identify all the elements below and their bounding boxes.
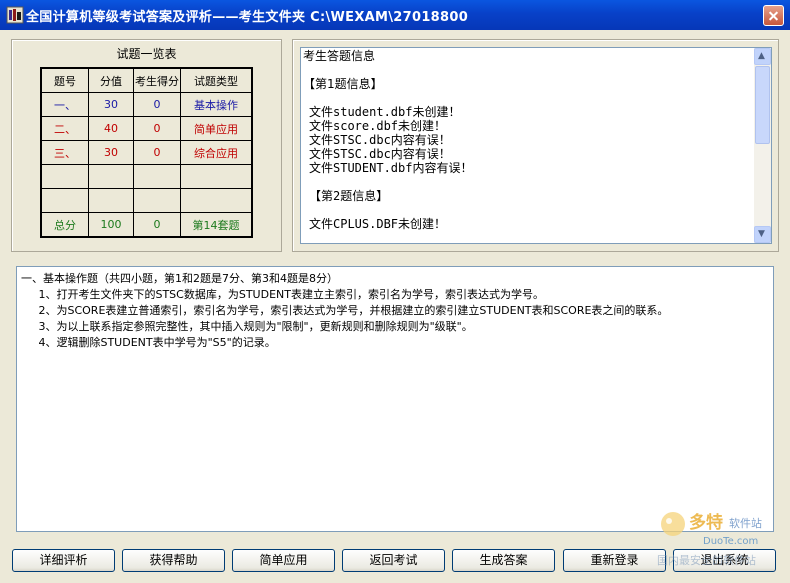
vertical-scrollbar[interactable]: ▲ ▼ [754,48,771,243]
row-type[interactable]: 基本操作 [180,92,253,117]
row-no: 一、 [40,92,89,117]
scroll-up-icon[interactable]: ▲ [754,48,771,65]
row-score: 30 [88,140,134,165]
header-type: 试题类型 [180,67,253,93]
svg-text:DuoTe.com: DuoTe.com [703,536,758,547]
row-no: 三、 [40,140,89,165]
question-line: 2、为SCORE表建立普通索引，索引名为学号，索引表达式为学号，并根据建立的索引… [21,304,669,317]
answer-info-line: 文件STSC.dbc内容有误！ [309,133,451,147]
row-score: 40 [88,116,134,141]
simple-app-button[interactable]: 简单应用 [232,549,335,572]
header-score: 分值 [88,67,134,93]
question-textbox[interactable]: 一、基本操作题（共四小题，第1和2题是7分、第3和4题是8分） 1、打开考生文件… [16,266,774,532]
svg-text:多特: 多特 [689,512,723,533]
table-header-row: 题号 分值 考生得分 试题类型 [40,67,253,93]
total-label: 总分 [40,212,89,238]
answer-info-line: 【第1题信息】 [303,77,383,91]
question-line: 1、打开考生文件夹下的STSC数据库，为STUDENT表建立主索引，索引名为学号… [21,288,544,301]
scroll-down-icon[interactable]: ▼ [754,226,771,243]
summary-table: 题号 分值 考生得分 试题类型 一、 30 0 基本操作 二、 40 0 简单应… [40,67,253,238]
app-logo-icon [6,6,24,24]
detail-analysis-button[interactable]: 详细评析 [12,549,115,572]
row-got: 0 [133,116,181,141]
answer-info-line: 考生答题信息 [303,49,376,63]
row-type[interactable]: 简单应用 [180,116,253,141]
row-no: 二、 [40,116,89,141]
total-score: 100 [88,212,134,238]
row-got: 0 [133,92,181,117]
table-row[interactable]: 一、 30 0 基本操作 [40,92,253,117]
answer-info-line [303,63,753,77]
question-line: 4、逻辑删除STUDENT表中学号为"S5"的记录。 [21,336,276,349]
table-row[interactable]: 三、 30 0 综合应用 [40,140,253,165]
table-total-row: 总分 100 0 第14套题 [40,212,253,238]
answer-info-panel: 考生答题信息 【第1题信息】 文件student.dbf未创建！ 文件score.… [292,39,779,252]
return-exam-button[interactable]: 返回考试 [342,549,445,572]
question-line: 一、基本操作题（共四小题，第1和2题是7分、第3和4题是8分） [21,272,338,285]
summary-caption: 试题一览表 [116,47,177,61]
answer-info-text: 考生答题信息 【第1题信息】 文件student.dbf未创建！ 文件score.… [303,49,753,231]
answer-info-line [303,91,753,105]
window-title: 全国计算机等级考试答案及评析——考生文件夹 C:\WEXAM\27018800 [26,10,469,25]
total-set: 第14套题 [180,212,253,238]
answer-info-textbox[interactable]: 考生答题信息 【第1题信息】 文件student.dbf未创建！ 文件score.… [300,47,772,244]
answer-info-line: 文件STUDENT.dbf内容有误！ [309,161,473,175]
summary-panel: 试题一览表 题号 分值 考生得分 试题类型 一、 30 0 基本操作 二、 40… [11,39,282,252]
header-got: 考生得分 [133,67,181,93]
table-row-empty [40,164,253,189]
question-line: 3、为以上联系指定参照完整性，其中插入规则为"限制"，更新规则和删除规则为"级联… [21,320,473,333]
svg-text:国内最安全的软件站: 国内最安全的软件站 [657,553,756,567]
row-got: 0 [133,140,181,165]
table-row-empty [40,188,253,213]
header-no: 题号 [40,67,89,93]
answer-info-line: 【第2题信息】 [309,189,389,203]
get-help-button[interactable]: 获得帮助 [122,549,225,572]
row-type[interactable]: 综合应用 [180,140,253,165]
row-score: 30 [88,92,134,117]
total-got: 0 [133,212,181,238]
answer-info-line [303,203,753,217]
answer-info-line [303,175,753,189]
duote-watermark-logo: 多特 软件站 DuoTe.com 国内最安全的软件站 [657,512,762,567]
relogin-button[interactable]: 重新登录 [563,549,666,572]
answer-info-line: 文件student.dbf未创建！ [309,105,461,119]
scrollbar-thumb[interactable] [755,66,770,144]
table-row[interactable]: 二、 40 0 简单应用 [40,116,253,141]
question-text: 一、基本操作题（共四小题，第1和2题是7分、第3和4题是8分） 1、打开考生文件… [21,271,668,351]
answer-info-line: 文件STSC.dbc内容有误！ [309,147,451,161]
close-icon[interactable] [763,5,784,26]
title-bar[interactable]: 全国计算机等级考试答案及评析——考生文件夹 C:\WEXAM\27018800 [0,0,790,30]
answer-info-line: 文件CPLUS.DBF未创建！ [309,217,447,231]
svg-text:软件站: 软件站 [729,516,762,530]
answer-info-line: 文件score.dbf未创建！ [309,119,447,133]
generate-answer-button[interactable]: 生成答案 [452,549,555,572]
